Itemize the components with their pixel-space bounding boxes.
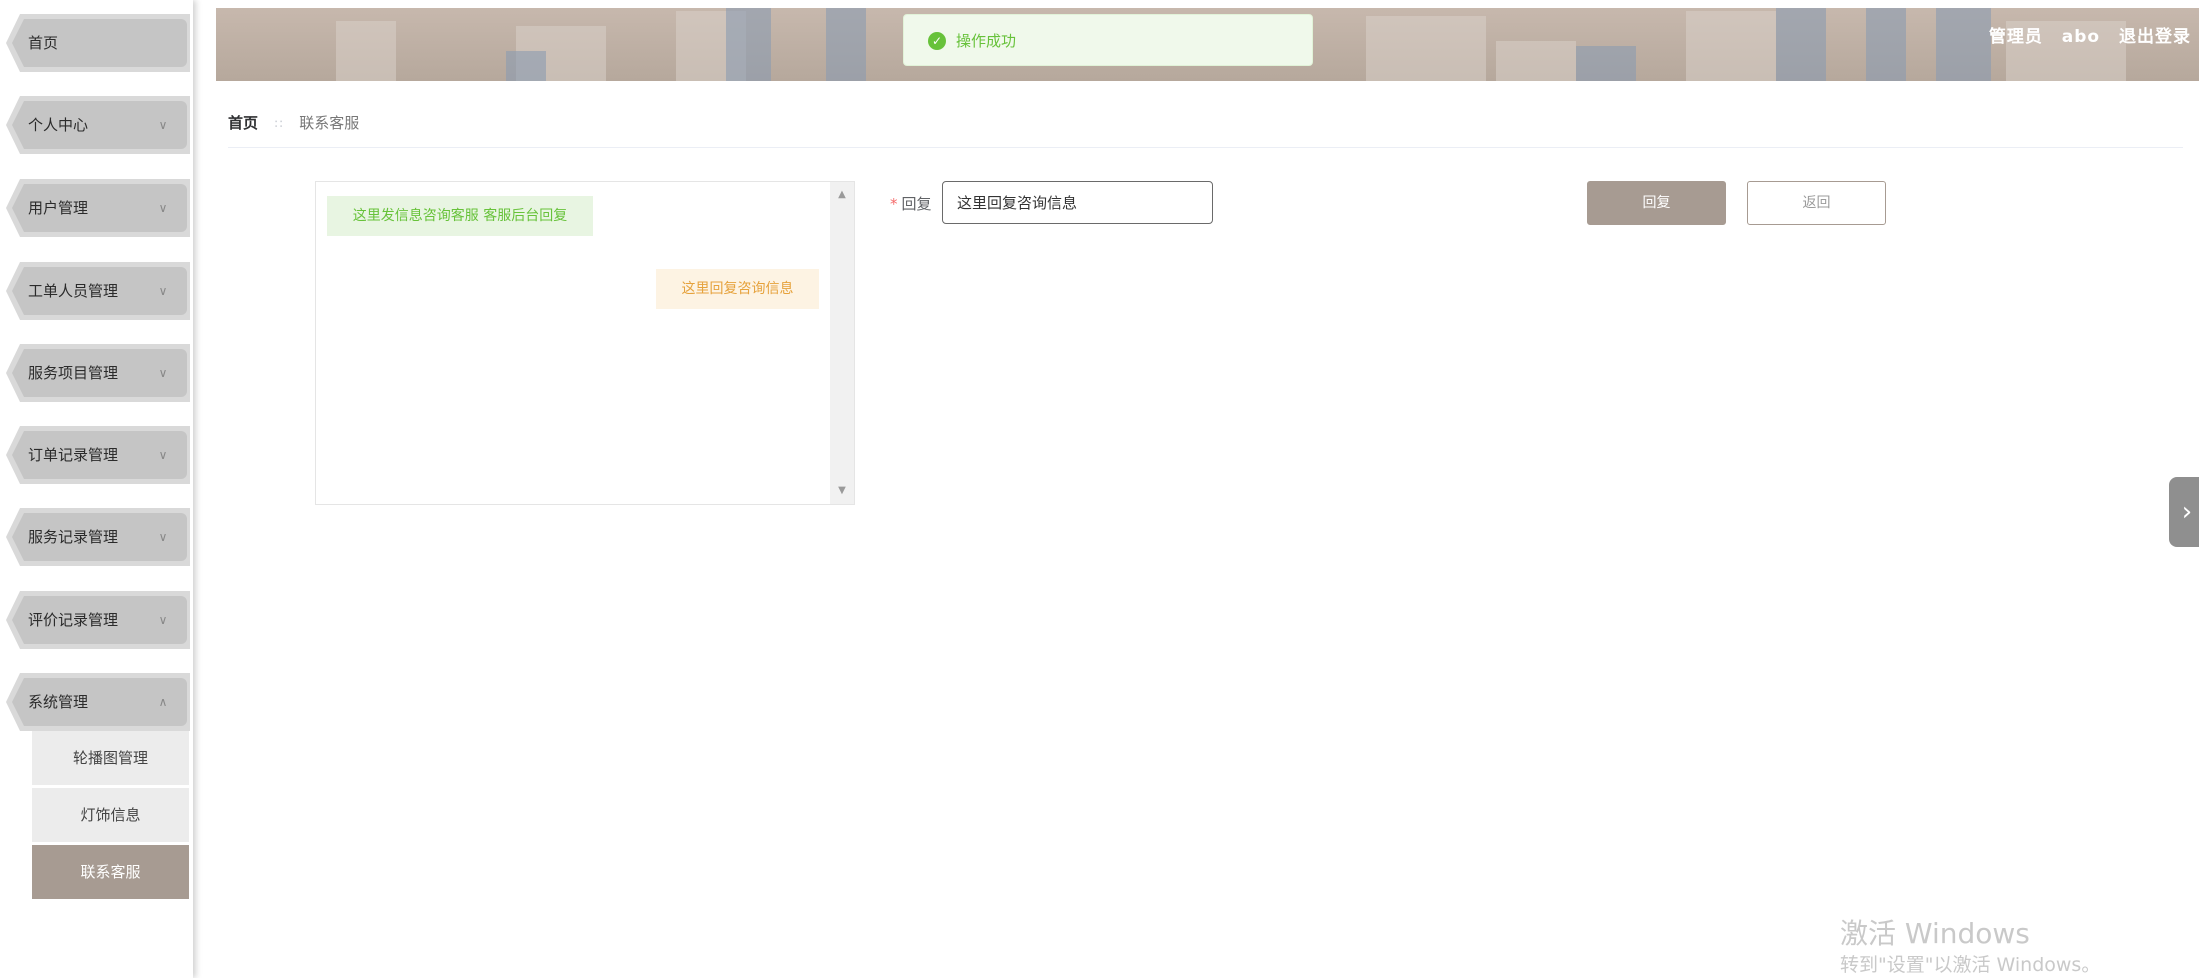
- header-user-area: 管理员 abo 退出登录: [1977, 22, 2191, 47]
- chevron-down-icon: ∨: [158, 613, 168, 627]
- chat-message-user: 这里发信息咨询客服 客服后台回复: [327, 196, 593, 236]
- scroll-down-icon[interactable]: ▼: [830, 482, 854, 500]
- banner-building: [1776, 8, 1826, 81]
- sidebar-item-label: 首页: [28, 34, 59, 52]
- chat-history[interactable]: 这里发信息咨询客服 客服后台回复 这里回复咨询信息 ▲ ▼: [315, 181, 855, 505]
- sidebar-item-personal-center[interactable]: 个人中心 ∨: [6, 96, 190, 154]
- sidebar-item-label: 用户管理: [28, 199, 89, 217]
- divider: [228, 147, 2183, 148]
- reply-label: * 回复: [890, 195, 932, 213]
- banner-building: [726, 8, 771, 81]
- chevron-down-icon: ∨: [158, 284, 168, 298]
- sidebar-item-label: 服务记录管理: [28, 528, 119, 546]
- scroll-up-icon[interactable]: ▲: [830, 186, 854, 204]
- back-button[interactable]: 返回: [1747, 181, 1886, 225]
- chevron-down-icon: ∨: [158, 448, 168, 462]
- chat-message-reply: 这里回复咨询信息: [656, 269, 819, 309]
- sidebar-subitem-carousel[interactable]: 轮播图管理: [32, 731, 189, 786]
- sidebar-item-label: 个人中心: [28, 116, 89, 134]
- banner-building: [506, 51, 546, 81]
- user-role: 管理员: [1988, 27, 2043, 47]
- username: abo: [2061, 27, 2101, 47]
- chevron-down-icon: ∨: [158, 201, 168, 215]
- sidebar-item-service-records[interactable]: 服务记录管理 ∨: [6, 508, 190, 566]
- sidebar-item-label: 系统管理: [28, 693, 89, 711]
- banner-building: [1496, 41, 1576, 81]
- sidebar-item-order-records[interactable]: 订单记录管理 ∨: [6, 426, 190, 484]
- banner-building: [1576, 46, 1636, 81]
- required-marker: *: [890, 195, 898, 213]
- success-toast: ✓ 操作成功: [903, 14, 1313, 66]
- chevron-right-icon[interactable]: ›: [2169, 477, 2199, 547]
- breadcrumb-current: 联系客服: [299, 114, 360, 132]
- sidebar-item-user-management[interactable]: 用户管理 ∨: [6, 179, 190, 237]
- sidebar-item-system-management[interactable]: 系统管理 ∧: [6, 673, 190, 731]
- chevron-down-icon: ∨: [158, 530, 168, 544]
- sidebar-item-staff-management[interactable]: 工单人员管理 ∨: [6, 262, 190, 320]
- chevron-down-icon: ∨: [158, 118, 168, 132]
- breadcrumb-separator-icon: ∷: [274, 117, 283, 131]
- reply-button[interactable]: 回复: [1587, 181, 1726, 225]
- sidebar-item-label: 评价记录管理: [28, 611, 119, 629]
- logout-button[interactable]: 退出登录: [2119, 27, 2191, 47]
- check-circle-icon: ✓: [928, 32, 946, 50]
- toast-message: 操作成功: [956, 32, 1017, 50]
- sidebar-item-home[interactable]: 首页: [6, 14, 190, 72]
- sidebar-subitem-contact-service[interactable]: 联系客服: [32, 845, 189, 900]
- windows-activation-subtitle: 转到"设置"以激活 Windows。: [1840, 954, 2101, 976]
- breadcrumb: 首页 ∷ 联系客服: [228, 112, 359, 133]
- reply-input[interactable]: [942, 181, 1213, 224]
- chat-scrollbar[interactable]: ▲ ▼: [830, 182, 854, 504]
- banner-building: [336, 21, 396, 81]
- sidebar-item-label: 订单记录管理: [28, 446, 119, 464]
- windows-activation-title: 激活 Windows: [1840, 917, 2030, 950]
- chevron-up-icon: ∧: [158, 695, 168, 709]
- chevron-down-icon: ∨: [158, 366, 168, 380]
- sidebar-item-label: 工单人员管理: [28, 282, 119, 300]
- banner-building: [1686, 11, 1776, 81]
- banner-building: [1866, 8, 1906, 81]
- breadcrumb-home[interactable]: 首页: [228, 114, 258, 132]
- sidebar-item-service-projects[interactable]: 服务项目管理 ∨: [6, 344, 190, 402]
- banner-building: [1366, 16, 1486, 81]
- sidebar: 首页 个人中心 ∨ 用户管理 ∨ 工单人员管理 ∨ 服务项目管理 ∨ 订单记录管…: [0, 0, 193, 978]
- sidebar-item-review-records[interactable]: 评价记录管理 ∨: [6, 591, 190, 649]
- sidebar-item-label: 服务项目管理: [28, 364, 119, 382]
- sidebar-subitem-lighting-info[interactable]: 灯饰信息: [32, 788, 189, 843]
- banner-building: [826, 8, 866, 81]
